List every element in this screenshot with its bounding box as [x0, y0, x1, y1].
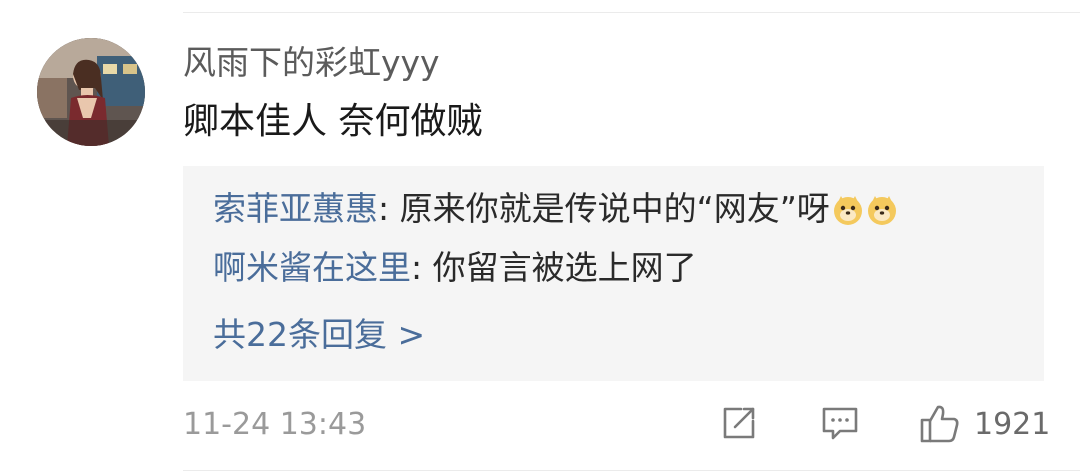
reply-author[interactable]: 索菲亚蕙惠 — [213, 189, 378, 228]
like-button[interactable]: 1921 — [918, 402, 1050, 448]
thumbs-up-icon — [918, 401, 962, 449]
share-icon — [719, 403, 759, 447]
bottom-divider — [183, 470, 1080, 471]
doge-emoji-icon — [832, 192, 864, 225]
comment-button[interactable] — [820, 402, 864, 448]
reply-preview-box[interactable]: 索菲亚蕙惠: 原来你就是传说中的“网友”呀 啊米酱在这里: 你留言被选上网了 共… — [183, 166, 1044, 381]
reply-separator: : — [378, 189, 400, 228]
comment-text: 卿本佳人 奈何做贼 — [183, 101, 483, 142]
comment-icon — [820, 403, 860, 447]
doge-emoji-icon — [866, 192, 898, 225]
reply-item[interactable]: 索菲亚蕙惠: 原来你就是传说中的“网友”呀 — [213, 186, 898, 232]
avatar[interactable] — [37, 38, 145, 146]
top-divider — [183, 12, 1080, 13]
reply-text: 你留言被选上网了 — [432, 248, 697, 287]
reply-separator: : — [411, 248, 433, 287]
reply-item[interactable]: 啊米酱在这里: 你留言被选上网了 — [213, 245, 697, 291]
comment-timestamp: 11-24 13:43 — [183, 407, 367, 442]
reply-text: 原来你就是传说中的“网友”呀 — [399, 189, 830, 228]
comment-username[interactable]: 风雨下的彩虹yyy — [183, 40, 440, 86]
share-button[interactable] — [719, 402, 763, 448]
reply-author[interactable]: 啊米酱在这里 — [213, 248, 411, 287]
like-count: 1921 — [974, 407, 1051, 442]
comment-card: 风雨下的彩虹yyy 卿本佳人 奈何做贼 索菲亚蕙惠: 原来你就是传说中的“网友”… — [0, 0, 1080, 475]
view-more-replies-link[interactable]: 共22条回复 > — [213, 312, 425, 358]
